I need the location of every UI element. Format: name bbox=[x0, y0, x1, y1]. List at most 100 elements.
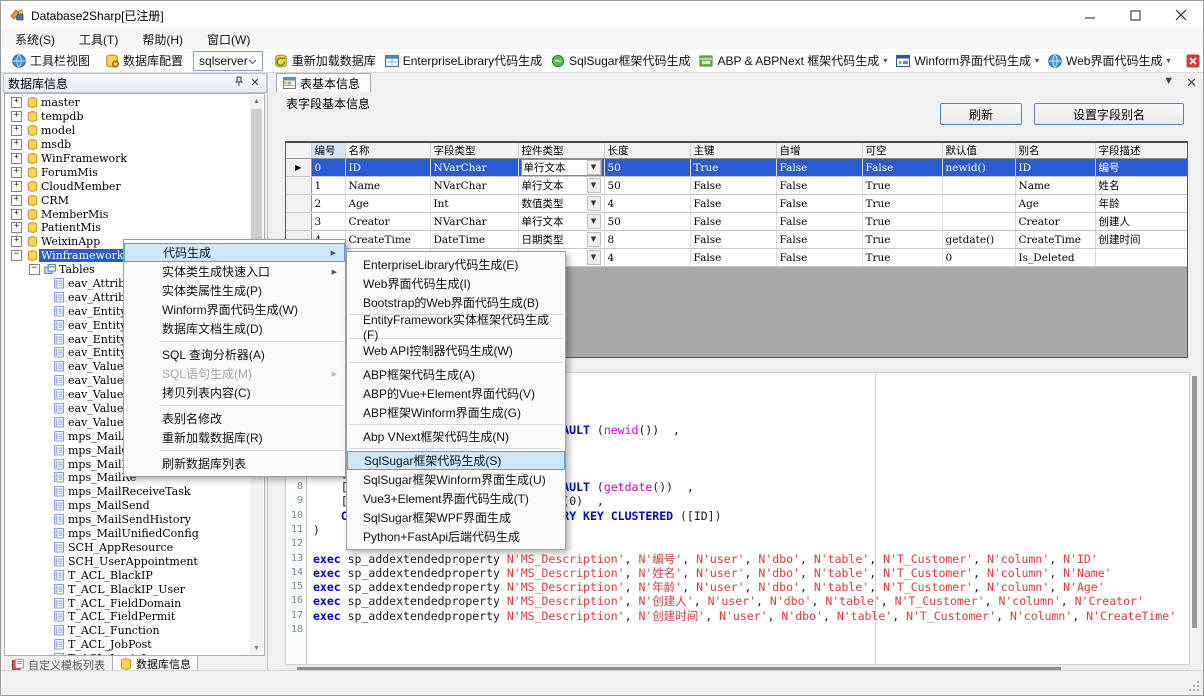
tree-node-table[interactable]: SCH_AppResource bbox=[7, 541, 250, 555]
grid-cell[interactable]: False bbox=[690, 213, 776, 231]
grid-cell[interactable]: True bbox=[862, 195, 942, 213]
menu-item[interactable]: Abp VNext框架代码生成(N) bbox=[347, 427, 565, 446]
grid-cell[interactable]: 创建人 bbox=[1095, 213, 1188, 231]
tree-node-database[interactable]: +PatientMis bbox=[7, 221, 250, 235]
menu-item[interactable]: Winform界面代码生成(W) bbox=[124, 300, 345, 319]
menubar-item-0[interactable]: 系统(S) bbox=[5, 29, 65, 50]
menu-item[interactable]: Web界面代码生成(I) bbox=[347, 274, 565, 293]
grid-cell[interactable]: ID bbox=[1015, 159, 1095, 177]
tree-node-table[interactable]: SCH_UserAppointment bbox=[7, 554, 250, 568]
menu-item[interactable]: 实体类生成快速入口▶ bbox=[124, 262, 345, 281]
combo-dropdown-icon[interactable]: ▼ bbox=[587, 214, 601, 229]
grid-cell[interactable]: 编号 bbox=[1095, 159, 1188, 177]
grid-cell[interactable]: 单行文本▼ bbox=[518, 159, 604, 177]
menu-item[interactable]: Web API控制器代码生成(W) bbox=[347, 341, 565, 360]
collapse-icon[interactable]: − bbox=[29, 264, 40, 275]
toolbar-button-winform[interactable]: Winform界面代码生成▾ bbox=[891, 51, 1043, 70]
scroll-down-icon[interactable]: ▼ bbox=[250, 642, 263, 655]
grid-cell[interactable]: 50 bbox=[604, 177, 690, 195]
menubar-item-2[interactable]: 帮助(H) bbox=[132, 29, 193, 50]
menu-item[interactable]: EnterpriseLibrary代码生成(E) bbox=[347, 255, 565, 274]
combo-dropdown-icon[interactable]: ▼ bbox=[587, 178, 601, 193]
column-header[interactable]: 长度 bbox=[604, 143, 690, 159]
tree-node-database[interactable]: +WinFramework bbox=[7, 152, 250, 166]
menu-item[interactable]: SQL 查询分析器(A) bbox=[124, 345, 345, 364]
grid-cell[interactable]: False bbox=[776, 213, 862, 231]
grid-cell[interactable]: 50 bbox=[604, 213, 690, 231]
dropdown-arrow-icon[interactable]: ▾ bbox=[883, 56, 887, 65]
grid-cell[interactable]: Is_Deleted bbox=[1015, 249, 1095, 267]
expand-icon[interactable]: + bbox=[11, 153, 22, 164]
menu-item[interactable]: ABP框架Winform界面生成(G) bbox=[347, 403, 565, 422]
grid-cell[interactable]: getdate() bbox=[942, 231, 1015, 249]
tree-node-database[interactable]: +CloudMember bbox=[7, 179, 250, 193]
grid-cell[interactable]: 年龄 bbox=[1095, 195, 1188, 213]
grid-cell[interactable]: NVarChar bbox=[430, 159, 518, 177]
menu-item[interactable]: 数据库文档生成(D) bbox=[124, 319, 345, 338]
grid-cell[interactable]: ID bbox=[345, 159, 430, 177]
toolbar-button-exit[interactable]: 退出 bbox=[1181, 51, 1204, 70]
menu-item[interactable]: SqlSugar框架WPF界面生成 bbox=[347, 508, 565, 527]
tree-node-table[interactable]: T_ACL_JobPost bbox=[7, 638, 250, 652]
expand-icon[interactable]: + bbox=[11, 236, 22, 247]
row-selector[interactable]: ▶ bbox=[286, 159, 311, 177]
column-header[interactable]: 编号 bbox=[311, 143, 345, 159]
toolbar-button-reload-db[interactable]: 重新加载数据库 bbox=[269, 51, 380, 70]
editor-vscroll-thumb[interactable] bbox=[1192, 376, 1197, 628]
grid-cell[interactable]: Age bbox=[345, 195, 430, 213]
menu-item[interactable]: ABP的Vue+Element界面代码(V) bbox=[347, 384, 565, 403]
resize-grip[interactable] bbox=[1189, 681, 1199, 691]
grid-cell[interactable]: 0 bbox=[311, 159, 345, 177]
grid-cell[interactable]: 1 bbox=[311, 177, 345, 195]
grid-cell[interactable]: False bbox=[690, 231, 776, 249]
grid-cell[interactable]: True bbox=[862, 213, 942, 231]
expand-icon[interactable]: + bbox=[11, 222, 22, 233]
toolbar-button-toolbar-view[interactable]: 工具栏视图 bbox=[7, 51, 94, 70]
tree-node-table[interactable]: T_ACL_FieldPermit bbox=[7, 610, 250, 624]
grid-cell[interactable]: False bbox=[776, 159, 862, 177]
menu-item[interactable]: 实体类属性生成(P) bbox=[124, 281, 345, 300]
grid-cell[interactable]: False bbox=[690, 177, 776, 195]
expand-icon[interactable]: + bbox=[11, 139, 22, 150]
tree-node-table[interactable]: T_ACL_BlackIP_User bbox=[7, 582, 250, 596]
expand-icon[interactable]: + bbox=[11, 195, 22, 206]
expand-icon[interactable]: + bbox=[11, 111, 22, 122]
tab-close-icon[interactable]: ✕ bbox=[1186, 75, 1197, 91]
row-selector[interactable] bbox=[286, 213, 311, 231]
grid-cell[interactable]: Creator bbox=[345, 213, 430, 231]
grid-cell[interactable]: False bbox=[862, 159, 942, 177]
expand-icon[interactable]: + bbox=[11, 125, 22, 136]
grid-cell[interactable]: 3 bbox=[311, 213, 345, 231]
database-type-combo[interactable]: sqlserver bbox=[193, 51, 263, 71]
grid-cell[interactable]: True bbox=[862, 231, 942, 249]
tree-node-database[interactable]: +msdb bbox=[7, 138, 250, 152]
maximize-button[interactable] bbox=[1113, 1, 1158, 29]
dock-close-icon[interactable]: ✕ bbox=[248, 76, 262, 90]
menubar-item-3[interactable]: 窗口(W) bbox=[197, 29, 260, 50]
close-button[interactable] bbox=[1158, 1, 1203, 29]
grid-cell[interactable]: 日期类型▼ bbox=[518, 231, 604, 249]
tree-node-table[interactable]: T_ACL_Function bbox=[7, 624, 250, 638]
grid-cell[interactable]: Int bbox=[430, 195, 518, 213]
grid-cell[interactable]: 4 bbox=[604, 249, 690, 267]
menu-item[interactable]: 表别名修改 bbox=[124, 409, 345, 428]
grid-cell[interactable]: False bbox=[776, 195, 862, 213]
grid-cell[interactable]: 4 bbox=[604, 195, 690, 213]
column-header[interactable]: 字段描述 bbox=[1095, 143, 1188, 159]
grid-cell[interactable]: NVarChar bbox=[430, 177, 518, 195]
refresh-button[interactable]: 刷新 bbox=[940, 103, 1022, 125]
toolbar-button-enterpriselibrary[interactable]: EnterpriseLibrary代码生成 bbox=[380, 51, 546, 70]
column-header[interactable]: 主键 bbox=[690, 143, 776, 159]
menubar-item-1[interactable]: 工具(T) bbox=[69, 29, 128, 50]
scroll-up-icon[interactable]: ▲ bbox=[250, 95, 263, 108]
expand-icon[interactable]: + bbox=[11, 209, 22, 220]
grid-cell[interactable]: Name bbox=[1015, 177, 1095, 195]
tab-table-basic-info[interactable]: 表基本信息 bbox=[276, 73, 371, 92]
pin-icon[interactable] bbox=[232, 76, 246, 90]
grid-cell[interactable]: True bbox=[862, 249, 942, 267]
tree-node-database[interactable]: +tempdb bbox=[7, 110, 250, 124]
grid-cell[interactable]: newid() bbox=[942, 159, 1015, 177]
grid-cell[interactable]: NVarChar bbox=[430, 213, 518, 231]
dropdown-arrow-icon[interactable]: ▾ bbox=[1035, 56, 1039, 65]
tree-node-database[interactable]: +model bbox=[7, 124, 250, 138]
